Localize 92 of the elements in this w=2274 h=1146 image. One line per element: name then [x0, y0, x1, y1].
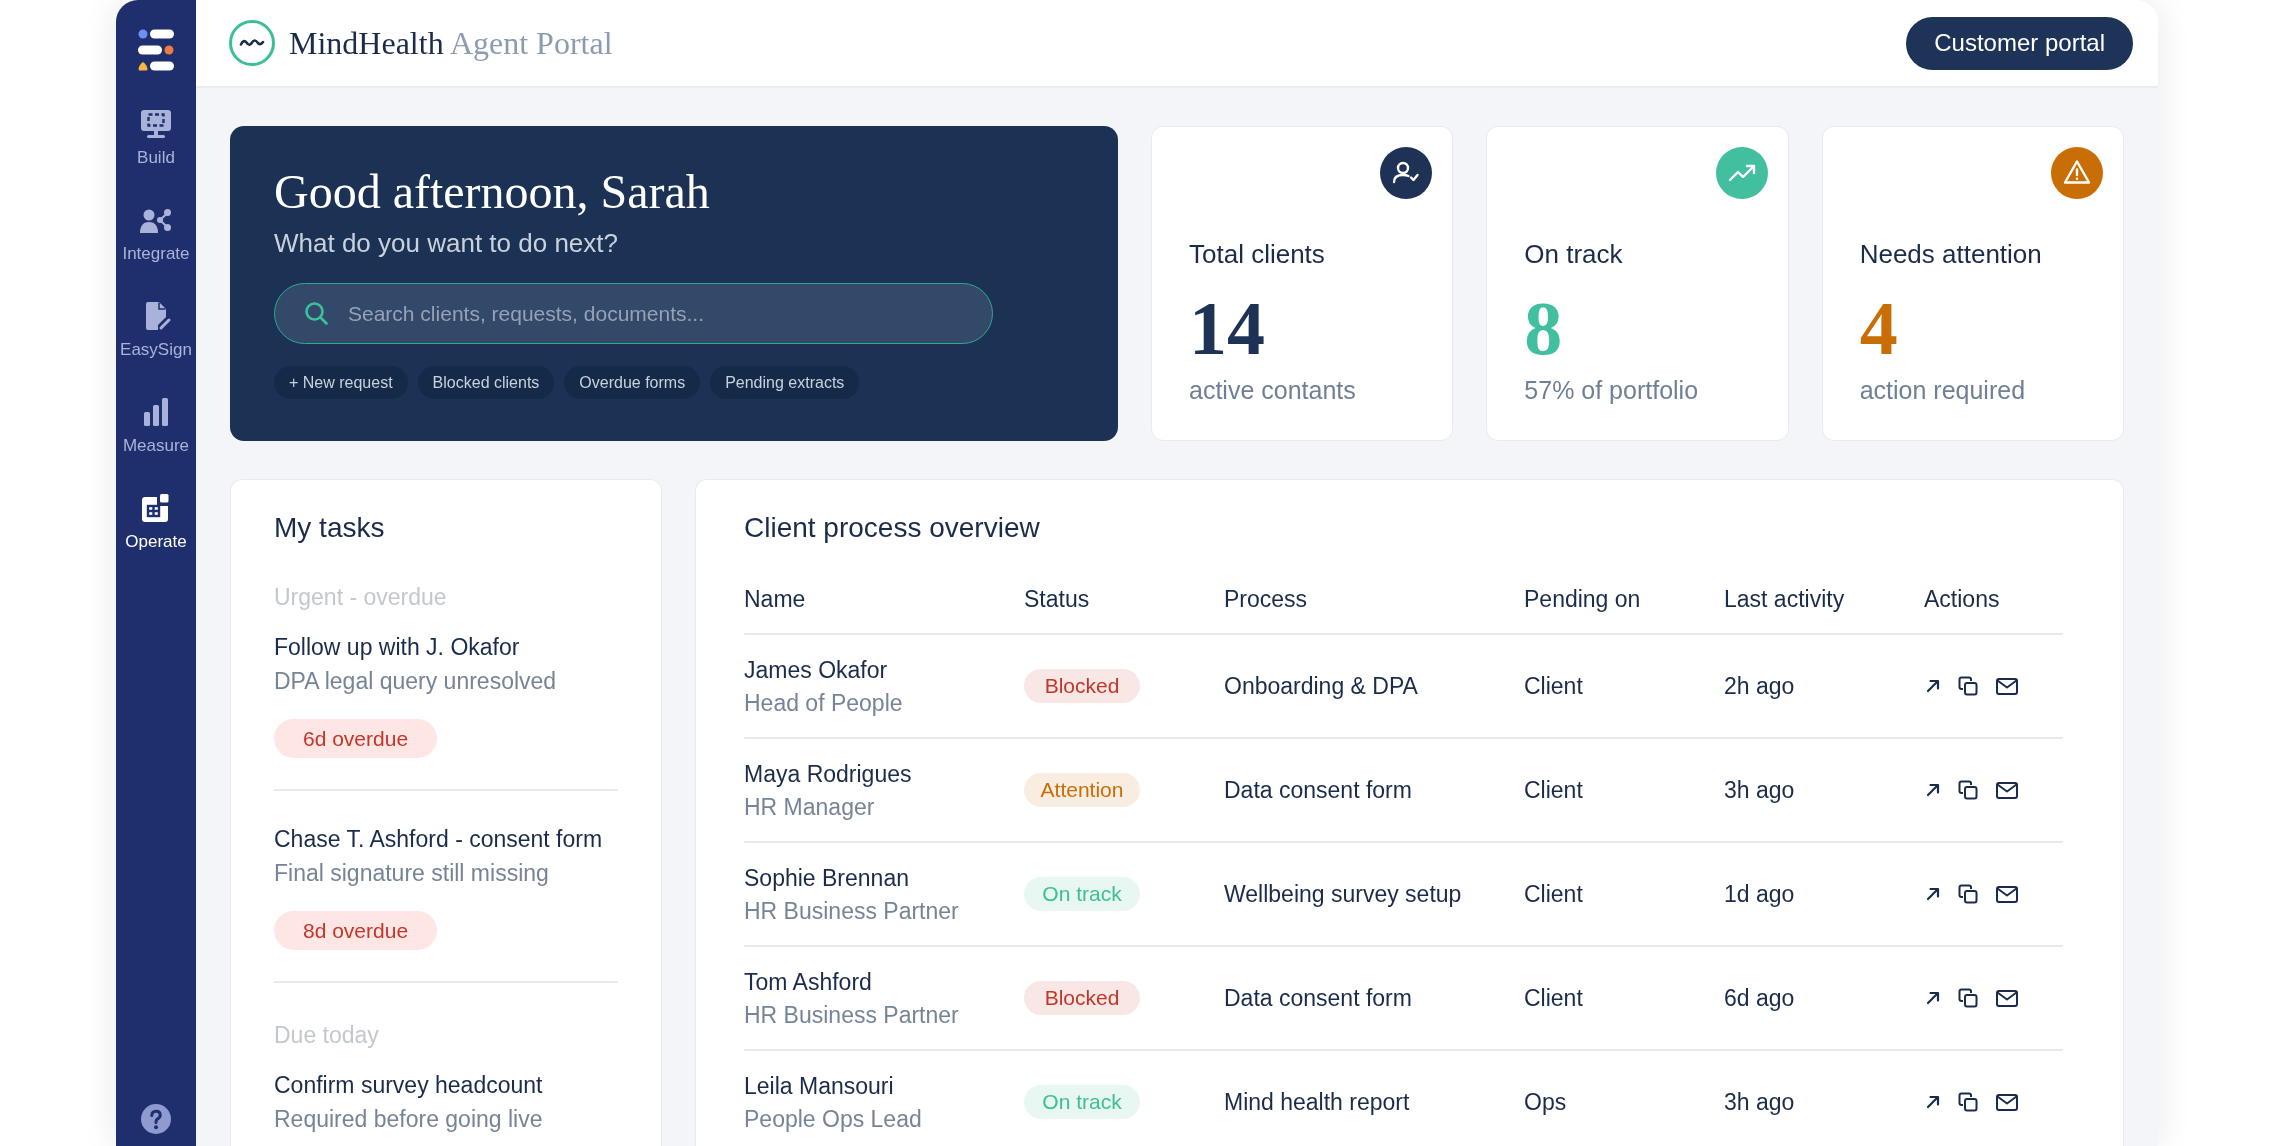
- task-title: Confirm survey headcount: [274, 1071, 544, 1099]
- column-header: Status: [1024, 585, 1090, 613]
- sidebar-item[interactable]: Integrate: [122, 205, 190, 264]
- status-badge: Blocked: [1024, 981, 1140, 1015]
- sidebar-item[interactable]: Measure: [122, 397, 190, 456]
- pending-on-text: Client: [1524, 880, 1583, 908]
- process-name: Mind health report: [1224, 1088, 1410, 1116]
- client-role: HR Business Partner: [744, 896, 959, 925]
- status-badge: Blocked: [1024, 669, 1140, 703]
- pending-on-text: Client: [1524, 672, 1583, 700]
- task-title: Follow up with J. Okafor: [274, 633, 521, 661]
- mail-icon[interactable]: [1996, 989, 2018, 1007]
- arrow-icon[interactable]: [1926, 783, 1940, 797]
- status-badge: On track: [1024, 1085, 1140, 1119]
- last-activity-time: 2h ago: [1724, 672, 1795, 700]
- app-title: MindHealth Agent Portal: [289, 24, 613, 63]
- quick-action-chip[interactable]: Blocked clients: [417, 366, 555, 399]
- stat-value: 4: [1859, 288, 1898, 368]
- task-group-heading: Urgent - overdue: [274, 583, 448, 611]
- process-name: Data consent form: [1224, 776, 1412, 804]
- stat-caption: 57% of portfolio: [1524, 375, 1699, 405]
- sidebar-item[interactable]: Operate: [125, 493, 187, 552]
- mail-icon[interactable]: [1996, 1093, 2018, 1111]
- column-header: Actions: [1924, 585, 2000, 613]
- panel-title: My tasks: [274, 511, 386, 545]
- sidebar-item[interactable]: Build: [137, 109, 175, 168]
- copy-icon[interactable]: [1958, 676, 1978, 696]
- last-activity-time: 1d ago: [1724, 880, 1795, 908]
- app-logo-icon: [138, 29, 174, 71]
- quick-action-chip[interactable]: Pending extracts: [710, 366, 860, 399]
- column-header: Name: [744, 585, 806, 613]
- greeting-title: Good afternoon, Sarah: [274, 165, 711, 219]
- arrow-icon[interactable]: [1926, 1095, 1940, 1109]
- stat-label: Needs attention: [1859, 238, 2042, 270]
- column-header: Process: [1224, 585, 1308, 613]
- column-header: Pending on: [1524, 585, 1641, 613]
- customer-portal-button[interactable]: Customer portal: [1906, 16, 2133, 70]
- wave-logo-icon: [229, 20, 275, 66]
- client-name: James Okafor: [744, 655, 889, 684]
- client-role: Head of People: [744, 688, 903, 717]
- column-header: Last activity: [1724, 585, 1845, 613]
- copy-icon[interactable]: [1958, 884, 1978, 904]
- mail-icon[interactable]: [1996, 677, 2018, 695]
- greeting-subtitle: What do you want to do next?: [274, 228, 619, 258]
- stat-caption: active contants: [1189, 375, 1356, 405]
- stat-label: Total clients: [1189, 238, 1325, 270]
- sidebar-item[interactable]: EasySign: [120, 301, 192, 360]
- copy-icon[interactable]: [1958, 988, 1978, 1008]
- search-icon: [304, 301, 328, 325]
- arrow-icon[interactable]: [1926, 679, 1940, 693]
- task-group-heading: Due today: [274, 1021, 380, 1049]
- copy-icon[interactable]: [1958, 780, 1978, 800]
- copy-icon[interactable]: [1958, 1092, 1978, 1112]
- quick-action-chip[interactable]: + New request: [274, 366, 408, 399]
- overdue-badge: 6d overdue: [274, 719, 438, 758]
- overdue-badge: 8d overdue: [274, 911, 438, 950]
- pending-on-text: Ops: [1524, 1088, 1567, 1116]
- stat-caption: action required: [1859, 375, 2026, 405]
- panel-title: Client process overview: [744, 511, 1041, 545]
- task-title: Chase T. Ashford - consent form: [274, 825, 604, 853]
- process-name: Data consent form: [1224, 984, 1412, 1012]
- client-name: Sophie Brennan: [744, 863, 910, 892]
- status-badge: Attention: [1024, 773, 1140, 807]
- process-name: Onboarding & DPA: [1224, 672, 1418, 700]
- mail-icon[interactable]: [1996, 781, 2018, 799]
- client-name: Leila Mansouri: [744, 1071, 895, 1100]
- last-activity-time: 6d ago: [1724, 984, 1795, 1012]
- client-role: HR Business Partner: [744, 1000, 959, 1029]
- task-detail: DPA legal query unresolved: [274, 667, 558, 695]
- last-activity-time: 3h ago: [1724, 1088, 1795, 1116]
- arrow-icon[interactable]: [1926, 887, 1940, 901]
- search-field[interactable]: Search clients, requests, documents...: [274, 283, 993, 344]
- help-icon[interactable]: [141, 1104, 171, 1134]
- stat-label: On track: [1524, 238, 1623, 270]
- process-name: Wellbeing survey setup: [1224, 880, 1462, 908]
- client-name: Tom Ashford: [744, 967, 873, 996]
- client-role: HR Manager: [744, 792, 876, 821]
- monitor-icon: [140, 109, 172, 139]
- pending-on-text: Client: [1524, 984, 1583, 1012]
- mail-icon[interactable]: [1996, 885, 2018, 903]
- arrow-icon[interactable]: [1926, 991, 1940, 1005]
- client-role: People Ops Lead: [744, 1104, 922, 1133]
- task-detail: Final signature still missing: [274, 859, 550, 887]
- client-name: Maya Rodrigues: [744, 759, 912, 788]
- stat-value: 8: [1524, 288, 1563, 368]
- quick-action-chip[interactable]: Overdue forms: [564, 366, 701, 399]
- status-badge: On track: [1024, 877, 1140, 911]
- pending-on-text: Client: [1524, 776, 1583, 804]
- task-detail: Required before going live: [274, 1105, 544, 1133]
- stat-value: 14: [1189, 288, 1265, 368]
- layout-icon: [140, 493, 172, 523]
- last-activity-time: 3h ago: [1724, 776, 1795, 804]
